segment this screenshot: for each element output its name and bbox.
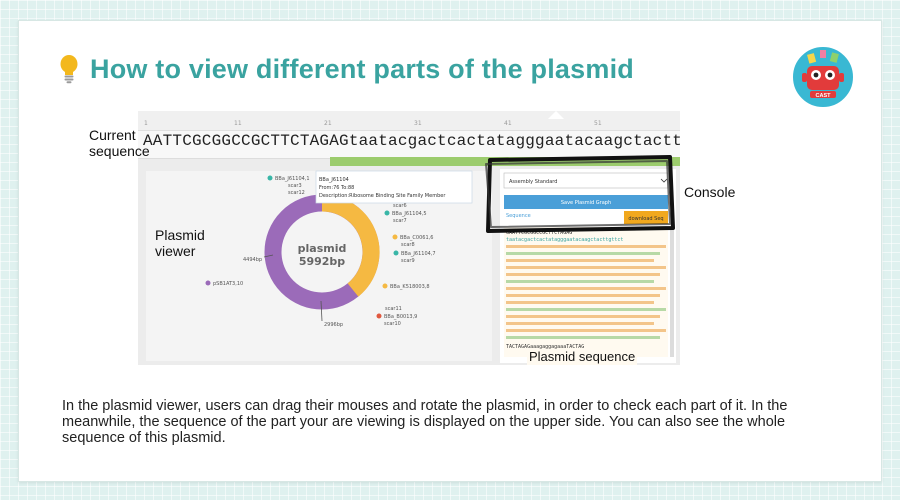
plasmid-sequence-label: Plasmid sequence (527, 349, 638, 365)
page-title: How to view different parts of the plasm… (90, 53, 634, 84)
description-text: In the plasmid viewer, users can drag th… (62, 398, 788, 446)
sequence-filler-line (506, 336, 660, 339)
sequence-filler-line (506, 294, 660, 297)
console-label: Console (684, 184, 736, 200)
scrollbar[interactable] (670, 229, 674, 357)
sequence-filler-line (506, 315, 660, 318)
lightbulb-icon (60, 55, 78, 84)
cast-logo: CAST (791, 45, 855, 109)
logo-text: CAST (816, 93, 832, 99)
current-sequence-label: Current sequence (89, 127, 150, 159)
sequence-filler-line (506, 308, 666, 311)
sequence-filler-line (506, 322, 654, 325)
console-highlight-box (485, 155, 675, 233)
sequence-filler-line (506, 287, 666, 290)
sequence-filler-line (506, 273, 660, 276)
title-row: How to view different parts of the plasm… (58, 52, 634, 86)
sequence-filler-line (506, 266, 666, 269)
sequence-filler-line (506, 301, 654, 304)
sequence-filler-line (506, 259, 654, 262)
sequence-filler-line (506, 329, 666, 332)
console-graphics: Assembly Standard Save Plasmid Graph Seq… (503, 172, 674, 357)
sequence-line: taatacgactcactatagggaatacaagctacttgttct (506, 237, 623, 243)
sequence-filler-line (506, 245, 666, 248)
plasmid-viewer-label: Plasmid viewer (155, 227, 205, 259)
tool-screenshot: 1 11 21 31 41 51 AATTCGCGGCCGCTTCTAGAGta… (138, 111, 680, 365)
sequence-filler-line (506, 280, 654, 283)
sequence-filler-line (506, 252, 660, 255)
